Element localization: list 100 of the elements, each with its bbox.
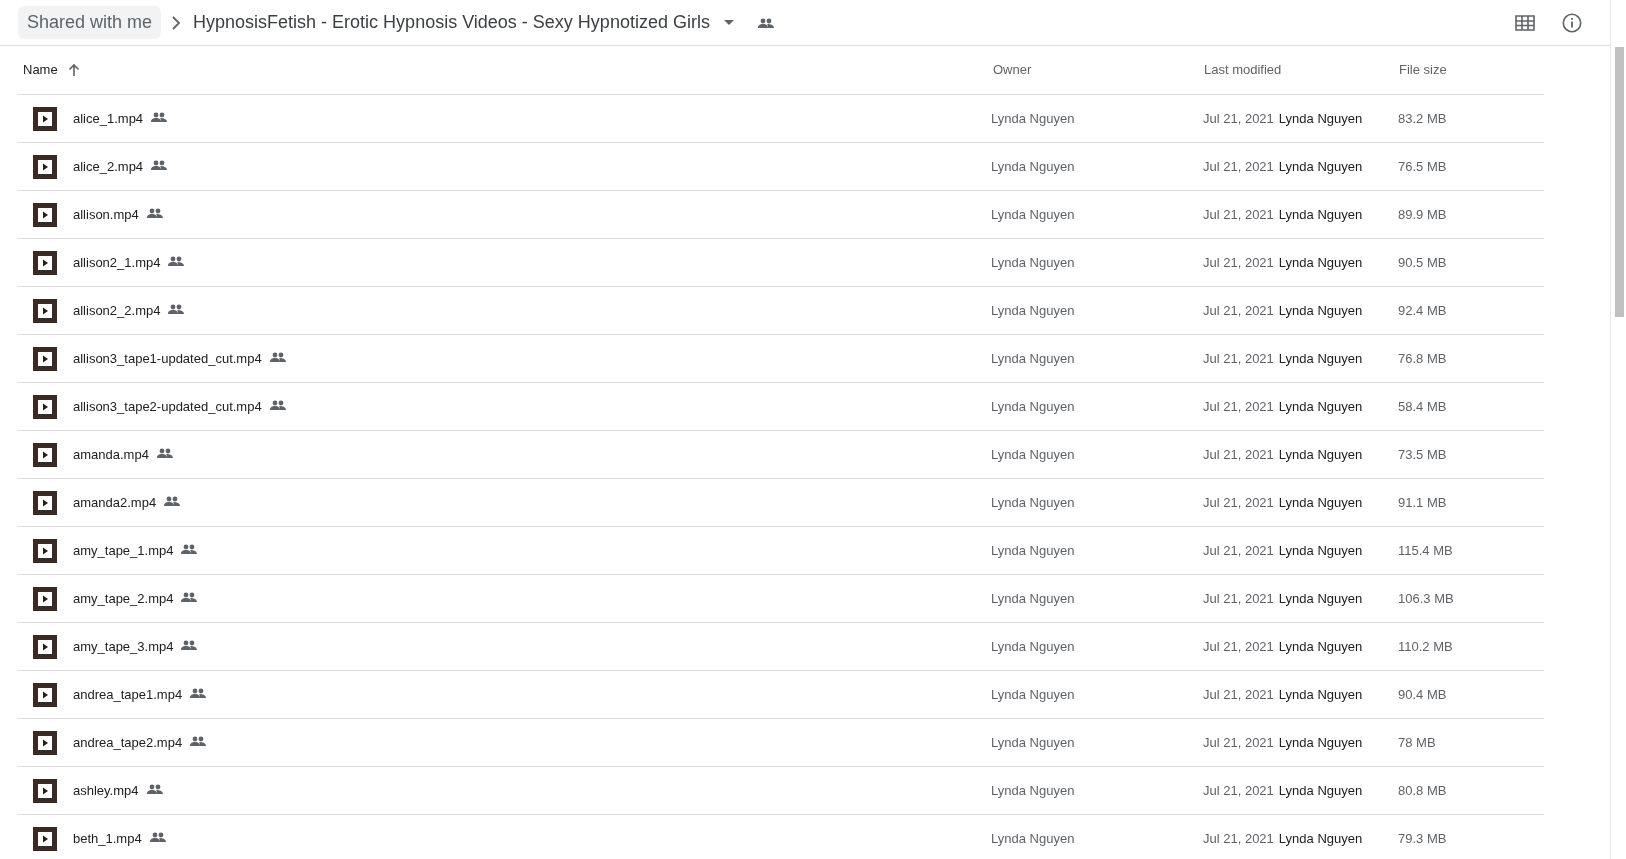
- file-row[interactable]: allison3_tape2-updated_cut.mp4 Lynda Nguyen Jul 21, 2021 Lynda Nguyen 58.4 MB: [17, 383, 1544, 431]
- play-icon: [38, 111, 52, 126]
- play-icon: [38, 303, 52, 318]
- file-row[interactable]: alice_1.mp4 Lynda Nguyen Jul 21, 2021 Lynda Nguyen 83.2 MB: [17, 95, 1544, 143]
- scrollbar[interactable]: [1610, 0, 1626, 859]
- column-header[interactable]: Name: [23, 60, 58, 80]
- modified-date: Jul 21, 2021: [1203, 685, 1274, 704]
- file-size: 90.5 MB: [1398, 254, 1447, 270]
- play-icon: [38, 399, 52, 414]
- file-row[interactable]: amy_tape_2.mp4 Lynda Nguyen Jul 21, 2021 Lynda Nguyen 106.3 MB: [17, 575, 1544, 623]
- file-name: allison2_1.mp4: [73, 253, 161, 272]
- modified-by: Lynda Nguyen: [1278, 205, 1363, 224]
- sort-ascending-icon[interactable]: [67, 63, 80, 77]
- file-row[interactable]: amy_tape_1.mp4 Lynda Nguyen Jul 21, 2021 Lynda Nguyen 115.4 MB: [17, 527, 1544, 575]
- file-name: allison.mp4: [73, 205, 139, 224]
- file-size: 76.8 MB: [1398, 350, 1447, 366]
- play-icon: [38, 543, 52, 558]
- play-icon: [38, 639, 52, 654]
- owner-name: Lynda Nguyen: [991, 686, 1075, 702]
- modified-date: Jul 21, 2021: [1203, 157, 1274, 176]
- owner-name: Lynda Nguyen: [991, 638, 1075, 654]
- modified-date: Jul 21, 2021: [1203, 445, 1274, 464]
- column-header[interactable]: Owner: [993, 60, 1032, 80]
- modified-by: Lynda Nguyen: [1278, 589, 1363, 608]
- owner-name: Lynda Nguyen: [991, 542, 1075, 558]
- file-size: 79.3 MB: [1398, 830, 1447, 846]
- file-name: amy_tape_1.mp4: [73, 541, 174, 560]
- grid-view-icon[interactable]: [1515, 14, 1535, 31]
- modified-date: Jul 21, 2021: [1203, 541, 1274, 560]
- file-name: beth_1.mp4: [73, 829, 142, 848]
- play-icon: [38, 255, 52, 270]
- play-icon: [38, 687, 52, 702]
- modified-date: Jul 21, 2021: [1203, 301, 1274, 320]
- owner-name: Lynda Nguyen: [991, 494, 1075, 510]
- file-name: amy_tape_3.mp4: [73, 637, 174, 656]
- breadcrumb-folder[interactable]: HypnosisFetish - Erotic Hypnosis Videos - Sexy Hypnotized Girls: [191, 9, 712, 36]
- modified-by: Lynda Nguyen: [1278, 445, 1363, 464]
- file-row[interactable]: allison2_1.mp4 Lynda Nguyen Jul 21, 2021 Lynda Nguyen 90.5 MB: [17, 239, 1544, 287]
- breadcrumb-shared-with-me[interactable]: Shared with me: [18, 6, 162, 39]
- scrollbar-thumb[interactable]: [1615, 47, 1624, 317]
- owner-name: Lynda Nguyen: [991, 158, 1075, 174]
- modified-date: Jul 21, 2021: [1203, 637, 1274, 656]
- file-row[interactable]: beth_1.mp4 Lynda Nguyen Jul 21, 2021 Lynda Nguyen 79.3 MB: [17, 815, 1544, 859]
- modified-date: Jul 21, 2021: [1203, 493, 1274, 512]
- modified-by: Lynda Nguyen: [1278, 157, 1363, 176]
- play-icon: [38, 447, 52, 462]
- modified-date: Jul 21, 2021: [1203, 205, 1274, 224]
- play-icon: [38, 591, 52, 606]
- file-name: ashley.mp4: [73, 781, 139, 800]
- owner-name: Lynda Nguyen: [991, 302, 1075, 318]
- modified-by: Lynda Nguyen: [1278, 541, 1363, 560]
- file-size: 73.5 MB: [1398, 446, 1447, 462]
- file-name: amanda2.mp4: [73, 493, 157, 512]
- file-row[interactable]: amanda.mp4 Lynda Nguyen Jul 21, 2021 Lynda Nguyen 73.5 MB: [17, 431, 1544, 479]
- owner-name: Lynda Nguyen: [991, 446, 1075, 462]
- file-size: 92.4 MB: [1398, 302, 1447, 318]
- file-size: 115.4 MB: [1398, 542, 1453, 558]
- play-icon: [38, 831, 52, 846]
- play-icon: [38, 495, 52, 510]
- file-row[interactable]: andrea_tape1.mp4 Lynda Nguyen Jul 21, 2021 Lynda Nguyen 90.4 MB: [17, 671, 1544, 719]
- dropdown-caret-icon[interactable]: [723, 20, 734, 25]
- people-icon: [757, 17, 774, 28]
- file-size: 89.9 MB: [1398, 206, 1447, 222]
- modified-date: Jul 21, 2021: [1203, 781, 1274, 800]
- file-row[interactable]: andrea_tape2.mp4 Lynda Nguyen Jul 21, 2021 Lynda Nguyen 78 MB: [17, 719, 1544, 767]
- modified-date: Jul 21, 2021: [1203, 829, 1274, 848]
- column-header[interactable]: File size: [1399, 60, 1447, 80]
- modified-by: Lynda Nguyen: [1278, 637, 1363, 656]
- file-row[interactable]: allison.mp4 Lynda Nguyen Jul 21, 2021 Lynda Nguyen 89.9 MB: [17, 191, 1544, 239]
- file-row[interactable]: allison3_tape1-updated_cut.mp4 Lynda Nguyen Jul 21, 2021 Lynda Nguyen 76.8 MB: [17, 335, 1544, 383]
- owner-name: Lynda Nguyen: [991, 206, 1075, 222]
- file-row[interactable]: amy_tape_3.mp4 Lynda Nguyen Jul 21, 2021 Lynda Nguyen 110.2 MB: [17, 623, 1544, 671]
- owner-name: Lynda Nguyen: [991, 254, 1075, 270]
- modified-by: Lynda Nguyen: [1278, 781, 1363, 800]
- file-row[interactable]: allison2_2.mp4 Lynda Nguyen Jul 21, 2021 Lynda Nguyen 92.4 MB: [17, 287, 1544, 335]
- owner-name: Lynda Nguyen: [991, 734, 1075, 750]
- owner-name: Lynda Nguyen: [991, 398, 1075, 414]
- file-name: allison3_tape1-updated_cut.mp4: [73, 349, 262, 368]
- modified-by: Lynda Nguyen: [1278, 493, 1363, 512]
- file-name: allison3_tape2-updated_cut.mp4: [73, 397, 262, 416]
- file-name: andrea_tape1.mp4: [73, 685, 183, 704]
- owner-name: Lynda Nguyen: [991, 350, 1075, 366]
- file-row[interactable]: amanda2.mp4 Lynda Nguyen Jul 21, 2021 Lynda Nguyen 91.1 MB: [17, 479, 1544, 527]
- file-row[interactable]: alice_2.mp4 Lynda Nguyen Jul 21, 2021 Lynda Nguyen 76.5 MB: [17, 143, 1544, 191]
- file-size: 78 MB: [1398, 734, 1436, 750]
- file-name: amanda.mp4: [73, 445, 149, 464]
- owner-name: Lynda Nguyen: [991, 830, 1075, 846]
- play-icon: [38, 159, 52, 174]
- play-icon: [38, 351, 52, 366]
- file-size: 80.8 MB: [1398, 782, 1447, 798]
- file-name: amy_tape_2.mp4: [73, 589, 174, 608]
- play-icon: [38, 735, 52, 750]
- file-name: alice_1.mp4: [73, 109, 144, 128]
- modified-date: Jul 21, 2021: [1203, 589, 1274, 608]
- modified-by: Lynda Nguyen: [1278, 349, 1363, 368]
- file-size: 106.3 MB: [1398, 590, 1454, 606]
- file-row[interactable]: ashley.mp4 Lynda Nguyen Jul 21, 2021 Lynda Nguyen 80.8 MB: [17, 767, 1544, 815]
- column-header[interactable]: Last modified: [1204, 60, 1282, 80]
- info-icon[interactable]: [1562, 12, 1582, 33]
- modified-by: Lynda Nguyen: [1278, 301, 1363, 320]
